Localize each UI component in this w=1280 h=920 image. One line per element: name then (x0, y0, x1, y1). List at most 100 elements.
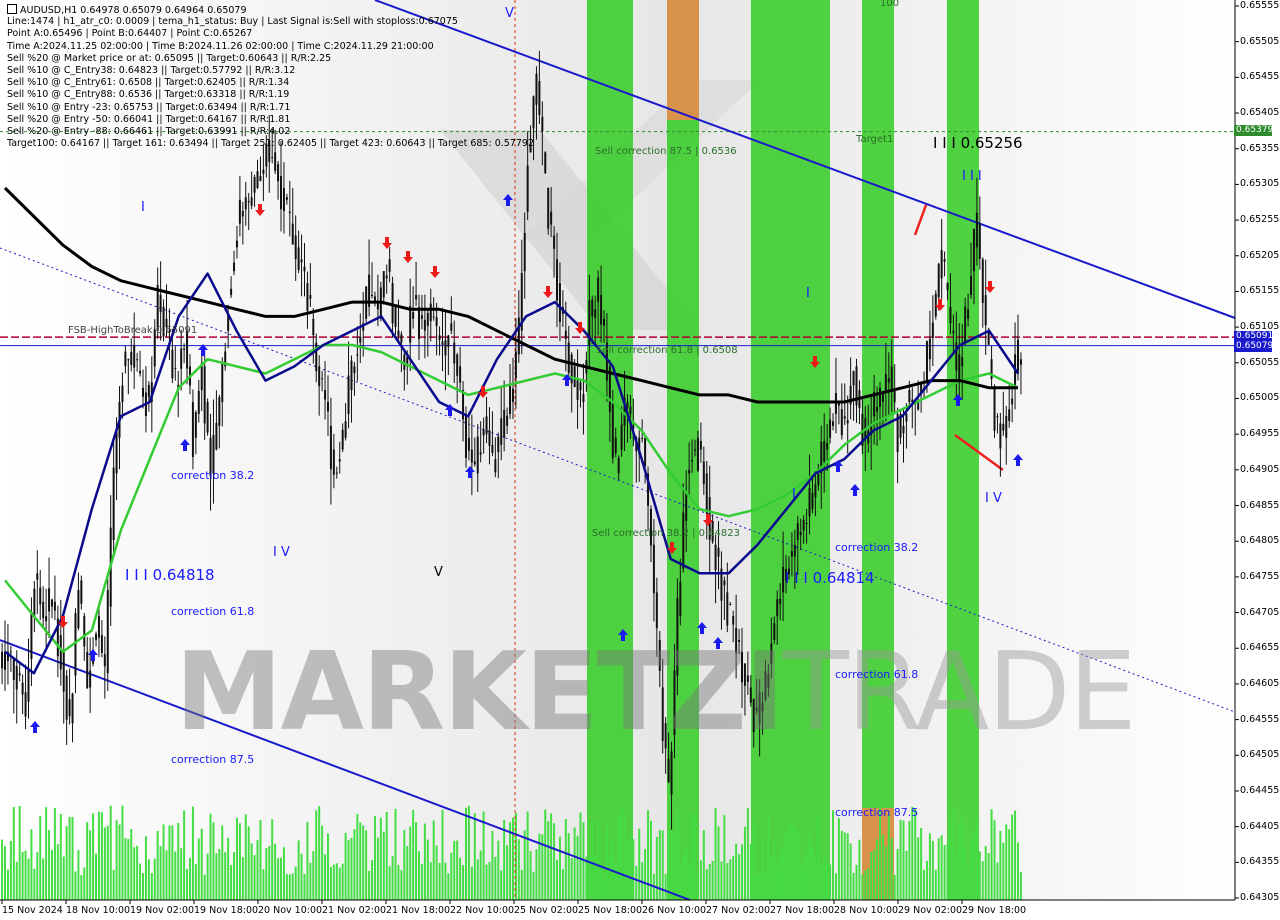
candle-body (42, 601, 45, 619)
candle-body (600, 295, 603, 325)
y-tick-label: 0.65455 (1240, 71, 1280, 83)
signal-zone (587, 0, 633, 900)
wave-v-top-label: V (505, 6, 514, 21)
y-tick-label: 0.64955 (1240, 428, 1280, 440)
candle-body (967, 309, 970, 319)
y-tick-label: 0.65305 (1240, 178, 1280, 190)
x-tick-label: 18 Nov 10:00 (66, 905, 131, 916)
candle-body (218, 397, 221, 426)
y-tick-label: 0.64305 (1240, 892, 1280, 903)
info-line: Sell %10 @ C_Entry61: 0.6508 || Target:0… (7, 77, 290, 89)
candle-body (139, 370, 142, 374)
candle-body (230, 288, 233, 296)
candle-body (1017, 339, 1019, 374)
candle-body (397, 330, 400, 336)
candle-body (602, 318, 605, 326)
candle-body (485, 416, 488, 435)
candle-body (459, 366, 462, 383)
candle-body (215, 422, 218, 450)
candle-body (823, 441, 826, 462)
candle-body (902, 425, 905, 434)
candle-body (535, 73, 538, 105)
candle-body (83, 616, 86, 647)
wave-v-left-label: V (434, 565, 443, 580)
candle-body (235, 240, 238, 248)
candle-body (45, 616, 48, 622)
wave-iv-left-label: I V (273, 545, 290, 560)
level-label-mid: I I I 0.64814 (785, 569, 875, 587)
candle-body (964, 306, 967, 343)
correction-87-right: correction 87.5 (835, 806, 919, 819)
candle-body (978, 223, 981, 260)
y-tick-label: 0.65205 (1240, 249, 1280, 261)
x-tick-label: 29 Nov 02:00 (898, 905, 963, 916)
candle-body (24, 692, 27, 717)
info-panel: AUDUSD,H1 0.64978 0.65079 0.64964 0.6507… (7, 4, 534, 150)
correction-61-left: correction 61.8 (171, 605, 255, 618)
candle-body (97, 616, 100, 638)
candle-body (186, 330, 189, 369)
candle-body (30, 611, 33, 659)
candle-body (494, 459, 497, 473)
candle-body (576, 378, 579, 400)
candle-body (112, 467, 115, 541)
candle-body (805, 522, 808, 524)
candle-body (840, 409, 843, 436)
candle-body (567, 342, 570, 373)
candle-body (790, 550, 793, 557)
candle-body (133, 344, 136, 368)
candle-body (68, 699, 71, 717)
candle-body (318, 366, 321, 387)
target-price-tag: 0.65379 (1234, 125, 1274, 136)
candle-body (688, 469, 691, 474)
sell-correction-61: Sell correction 61.8 | 0.6508 (596, 345, 738, 356)
candle-body (1019, 359, 1022, 365)
candle-body (670, 751, 673, 795)
candle-body (890, 366, 893, 389)
candle-body (694, 449, 697, 451)
y-tick-label: 0.65255 (1240, 214, 1280, 226)
candle-body (782, 566, 785, 593)
y-tick-label: 0.64705 (1240, 606, 1280, 618)
candle-body (89, 670, 92, 688)
candle-body (826, 442, 829, 450)
candle-body (925, 341, 928, 381)
y-tick-label: 0.65005 (1240, 392, 1280, 404)
candle-body (147, 384, 150, 398)
candle-body (321, 378, 324, 380)
candle-body (274, 152, 277, 171)
candle-body (564, 330, 567, 340)
candle-body (4, 651, 6, 670)
candle-body (937, 263, 940, 298)
candle-body (438, 335, 441, 340)
candle-body (514, 351, 517, 379)
x-tick-label: 21 Nov 18:00 (386, 905, 451, 916)
candle-body (556, 259, 559, 301)
candle-body (256, 171, 259, 188)
candle-body (77, 589, 80, 629)
candle-body (294, 235, 297, 260)
candle-body (729, 604, 732, 606)
candle-body (197, 390, 200, 414)
info-line: Time A:2024.11.25 02:00:00 | Time B:2024… (7, 40, 434, 52)
candle-body (597, 277, 600, 303)
candle-body (547, 187, 550, 229)
candle-body (852, 371, 855, 386)
candle-body (1005, 415, 1008, 438)
candle-body (981, 259, 984, 303)
candle-body (776, 599, 779, 617)
candle-body (180, 348, 183, 369)
y-tick-label: 0.64855 (1240, 499, 1280, 511)
candle-body (15, 666, 18, 690)
candle-body (80, 580, 83, 604)
candle-body (470, 449, 473, 463)
candle-body (409, 305, 412, 343)
correction-38-right: correction 38.2 (835, 541, 919, 554)
candle-body (247, 200, 250, 203)
sell-correction-87: Sell correction 87.5 | 0.6536 (595, 146, 737, 157)
candle-body (931, 322, 934, 338)
candle-body (946, 283, 949, 291)
chart-window: { "info": { "title": "AUDUSD,H1 0.64978 … (0, 0, 1280, 920)
candle-body (447, 335, 450, 347)
x-tick-label: 27 Nov 02:00 (706, 905, 771, 916)
